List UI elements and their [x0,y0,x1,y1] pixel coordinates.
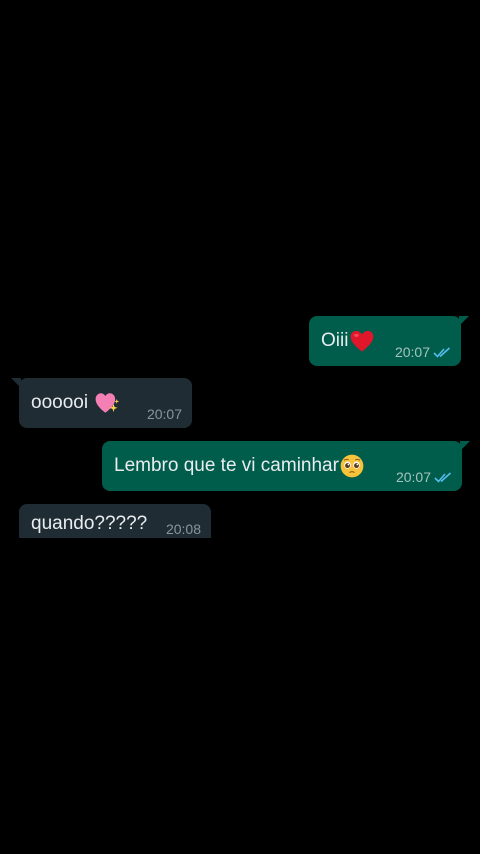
sparkling-heart-icon [95,393,120,413]
message-meta: 20:08 [166,521,201,537]
message-time: 20:07 [394,344,430,360]
message-body: quando????? [31,512,147,536]
incoming-message[interactable]: quando????? 20:08 [19,504,211,538]
message-text: oooooi [31,392,89,413]
message-body: Oiii [321,328,375,354]
double-check-icon [434,471,452,483]
message-meta: 20:07 [147,406,182,422]
message-time: 20:07 [146,406,182,422]
message-text: Lembro que te vi caminhar [114,455,339,476]
pleading-face-icon [340,454,364,478]
chat-conversation: Oiii 20:07 oooooi 20:07 Lembro que te vi… [0,0,480,854]
message-body: oooooi [31,390,120,416]
message-time: 20:07 [395,469,431,485]
message-text: Oiii [321,330,349,351]
message-meta: 20:07 [395,344,451,360]
outgoing-message[interactable]: Oiii 20:07 [309,316,469,366]
red-heart-icon [351,330,374,352]
message-meta: 20:07 [396,469,452,485]
message-body: Lembro que te vi caminhar [114,453,365,479]
incoming-message[interactable]: oooooi 20:07 [11,378,192,428]
message-text: quando????? [31,513,148,534]
outgoing-message[interactable]: Lembro que te vi caminhar 20:07 [102,441,470,491]
double-check-icon [433,346,451,358]
message-time: 20:08 [165,521,201,537]
